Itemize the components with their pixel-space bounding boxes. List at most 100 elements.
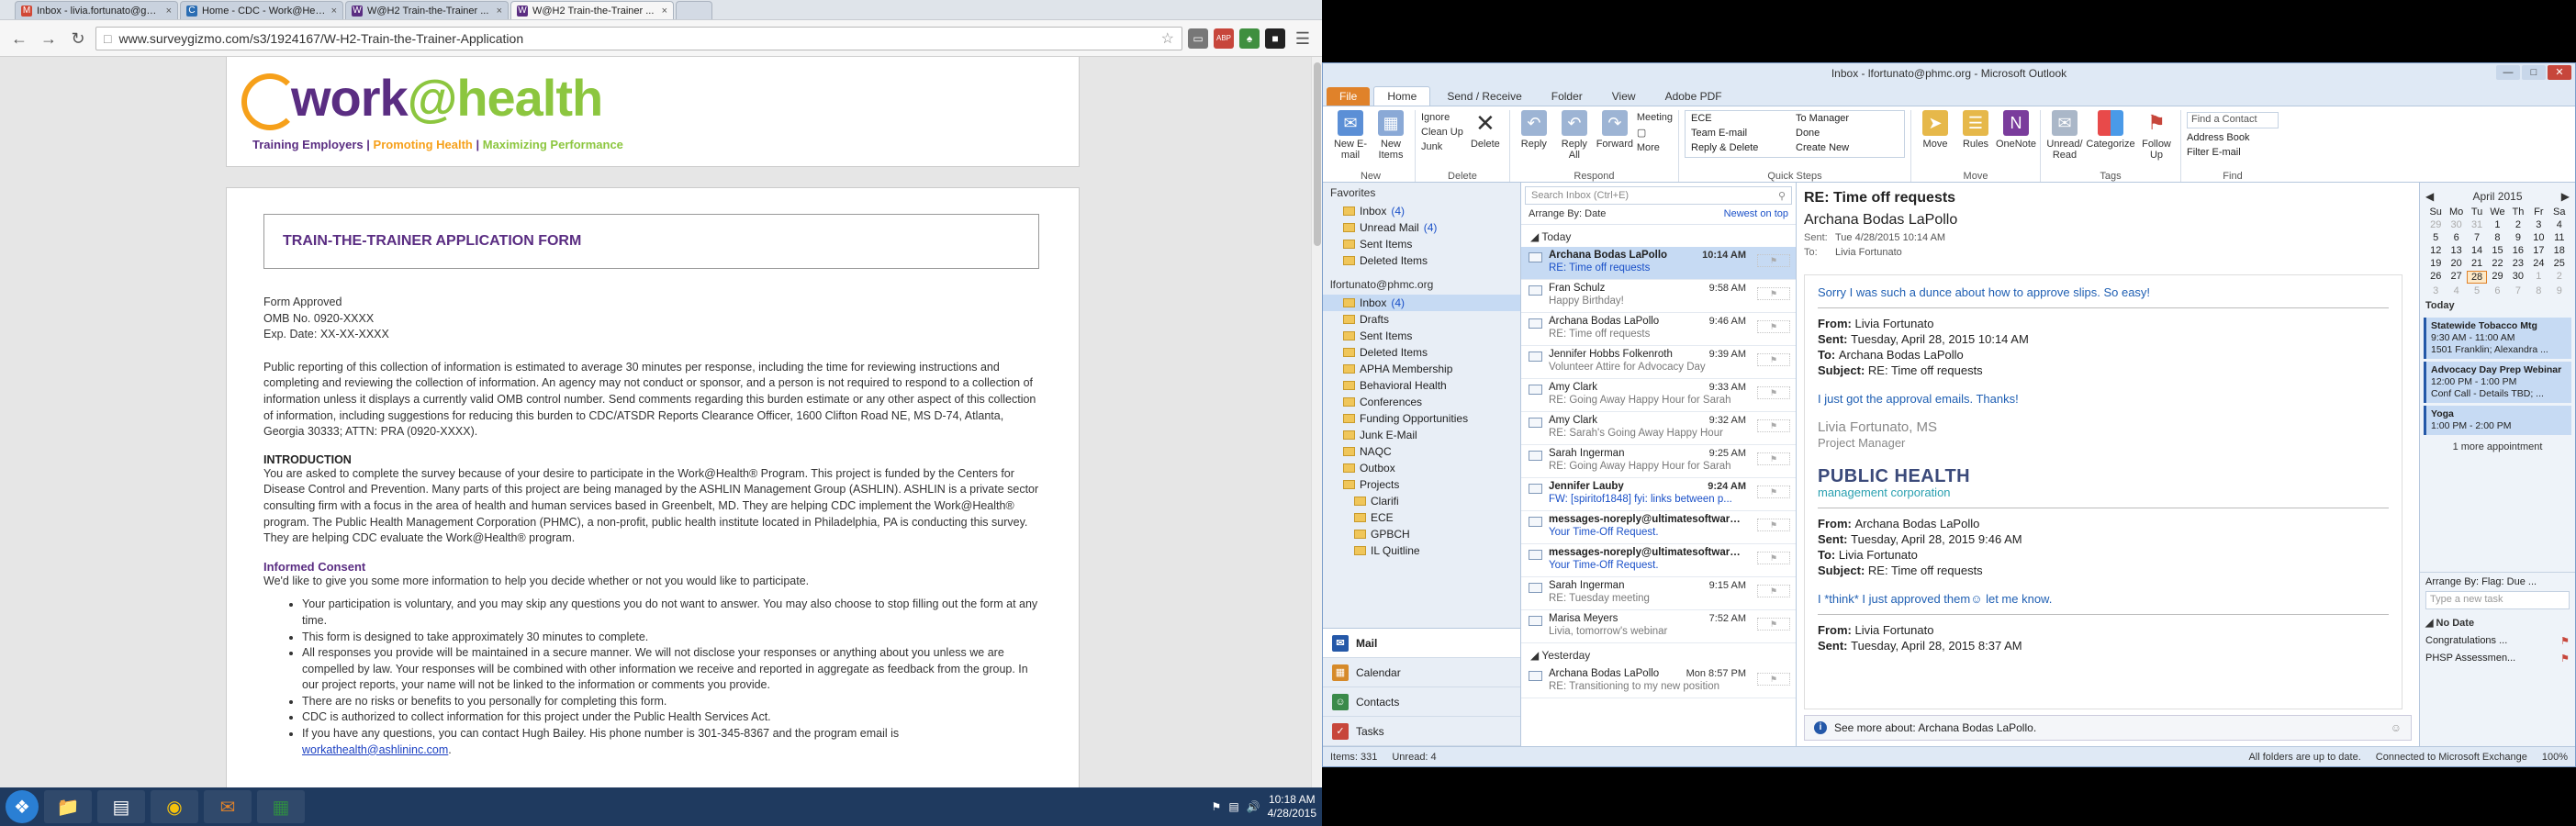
flag-icon[interactable]: ⚑ [1757, 386, 1790, 399]
message-body[interactable]: Sorry I was such a dunce about how to ap… [1804, 274, 2402, 709]
calendar-day[interactable]: 30 [2446, 219, 2466, 230]
new-tab-button[interactable] [676, 1, 712, 19]
find-contact-input[interactable]: Find a Contact [2187, 112, 2279, 128]
flag-icon[interactable]: ⚑ [1757, 419, 1790, 432]
folder-drafts[interactable]: Drafts [1323, 311, 1520, 328]
flag-icon[interactable]: ⚑ [1212, 800, 1222, 813]
calendar-day[interactable]: 26 [2425, 271, 2446, 284]
folder-junk-e-mail[interactable]: Junk E-Mail [1323, 427, 1520, 443]
calendar-day[interactable]: 14 [2467, 245, 2487, 256]
folder-conferences[interactable]: Conferences [1323, 394, 1520, 410]
calendar-day[interactable]: 16 [2508, 245, 2528, 256]
calendar-day[interactable]: 7 [2467, 232, 2487, 243]
calendar-day[interactable]: 10 [2528, 232, 2548, 243]
ribbon-tab-send-receive[interactable]: Send / Receive [1434, 87, 1534, 106]
calendar-day[interactable]: 9 [2549, 285, 2570, 296]
calendar-day[interactable]: 8 [2487, 232, 2507, 243]
group-header-today[interactable]: ◢ Today [1521, 225, 1796, 247]
quick-step-item[interactable]: Done [1796, 128, 1898, 140]
calendar-day[interactable]: 29 [2425, 219, 2446, 230]
folder-behavioral-health[interactable]: Behavioral Health [1323, 377, 1520, 394]
cast-icon[interactable]: ▭ [1188, 28, 1208, 49]
message-item[interactable]: messages-noreply@ultimatesoftware.... You… [1521, 544, 1796, 577]
search-inbox-input[interactable]: Search Inbox (Ctrl+E) ⚲ [1525, 186, 1792, 205]
calendar-day[interactable]: 9 [2508, 232, 2528, 243]
sort-order-button[interactable]: Newest on top [1724, 208, 1788, 224]
junk-button[interactable]: Junk [1421, 141, 1463, 152]
folder-funding-opportunities[interactable]: Funding Opportunities [1323, 410, 1520, 427]
new-task-input[interactable]: Type a new task [2425, 591, 2570, 609]
folder-inbox[interactable]: Inbox (4) [1323, 203, 1520, 219]
calendar-day[interactable]: 5 [2467, 285, 2487, 296]
calendar-day[interactable]: 8 [2528, 285, 2548, 296]
calendar-day[interactable]: 12 [2425, 245, 2446, 256]
prev-month-icon[interactable]: ◀ [2425, 190, 2434, 203]
message-item[interactable]: Amy Clark 9:33 AM RE: Going Away Happy Hou… [1521, 379, 1796, 412]
minimize-icon[interactable]: — [2496, 65, 2520, 80]
calendar-day[interactable]: 7 [2508, 285, 2528, 296]
scrollbar-thumb[interactable] [1314, 62, 1321, 246]
flag-icon[interactable]: ⚑ [1757, 673, 1790, 686]
flag-icon[interactable]: ⚑ [1757, 452, 1790, 465]
calendar-day[interactable]: 13 [2446, 245, 2466, 256]
notepad-icon[interactable]: ▤ [97, 790, 145, 823]
calendar-day[interactable]: 2 [2549, 271, 2570, 284]
close-icon[interactable]: ✕ [2548, 65, 2571, 80]
menu-icon[interactable]: ☰ [1291, 27, 1315, 50]
browser-tab[interactable]: W W@H2 Train-the-Trainer ... × [345, 1, 509, 19]
calendar-day[interactable]: 1 [2528, 271, 2548, 284]
calendar-day[interactable]: 3 [2528, 219, 2548, 230]
people-pane[interactable]: i See more about: Archana Bodas LaPollo.… [1804, 715, 2412, 741]
calendar-day[interactable]: 6 [2487, 285, 2507, 296]
tab-close-icon[interactable]: × [497, 6, 502, 17]
browser-tab[interactable]: M Inbox - livia.fortunato@gm... × [15, 1, 178, 19]
person-icon[interactable]: ☺ [2391, 721, 2402, 734]
ribbon-tab-folder[interactable]: Folder [1539, 87, 1596, 106]
browser-tab[interactable]: C Home - CDC - Work@Hea... × [180, 1, 343, 19]
tab-close-icon[interactable]: × [331, 6, 337, 17]
page-scrollbar[interactable] [1311, 57, 1322, 798]
message-item[interactable]: Marisa Meyers 7:52 AM Livia, tomorrow's we… [1521, 610, 1796, 643]
calendar-day[interactable]: 19 [2425, 258, 2446, 269]
flag-icon[interactable]: ⚑ [1757, 486, 1790, 498]
start-orb-icon[interactable]: ❖ [6, 790, 39, 823]
network-icon[interactable]: ▤ [1228, 800, 1238, 813]
flag-icon[interactable]: ⚑ [1757, 320, 1790, 333]
calendar-day[interactable]: 3 [2425, 285, 2446, 296]
appointment[interactable]: Yoga 1:00 PM - 2:00 PM [2424, 406, 2571, 435]
task-arrange[interactable]: Arrange By: Flag: Due ... [2425, 576, 2570, 587]
arrange-by-button[interactable]: Arrange By: Date [1529, 208, 1606, 224]
message-item[interactable]: Archana Bodas LaPollo Mon 8:57 PM RE: Tr… [1521, 665, 1796, 698]
calendar-day[interactable]: 18 [2549, 245, 2570, 256]
flag-icon[interactable]: ⚑ [1757, 552, 1790, 564]
folder-apha-membership[interactable]: APHA Membership [1323, 361, 1520, 377]
flag-icon[interactable]: ⚑ [1757, 618, 1790, 631]
back-arrow-icon[interactable]: ← [7, 27, 31, 50]
calendar-day[interactable]: 27 [2446, 271, 2466, 284]
calendar-day[interactable]: 29 [2487, 271, 2507, 284]
module-calendar[interactable]: ▦ Calendar [1323, 658, 1520, 687]
folder-deleted-items[interactable]: Deleted Items [1323, 344, 1520, 361]
adblock-icon[interactable]: ABP [1214, 28, 1234, 49]
clock[interactable]: 10:18 AM 4/28/2015 [1268, 793, 1316, 820]
ribbon-tab-view[interactable]: View [1599, 87, 1649, 106]
task-item[interactable]: Congratulations ... ⚑ [2425, 632, 2570, 650]
more-button[interactable]: More [1637, 142, 1673, 153]
folder-deleted-items[interactable]: Deleted Items [1323, 252, 1520, 269]
calendar-day[interactable]: 11 [2549, 232, 2570, 243]
zoom-level[interactable]: 100% [2542, 752, 2568, 763]
address-book-button[interactable]: Address Book [2187, 132, 2279, 143]
appointment[interactable]: Statewide Tobacco Mtg 9:30 AM - 11:00 AM 1… [2424, 318, 2571, 359]
calendar-day[interactable]: 23 [2508, 258, 2528, 269]
calendar-day[interactable]: 17 [2528, 245, 2548, 256]
im-button[interactable]: ▢ [1637, 127, 1673, 139]
quick-step-item[interactable]: Team E-mail [1691, 128, 1794, 140]
appointment[interactable]: Advocacy Day Prep Webinar 12:00 PM - 1:00… [2424, 362, 2571, 403]
ignore-button[interactable]: Ignore [1421, 112, 1463, 123]
extension-icon[interactable]: ■ [1265, 28, 1285, 49]
flag-icon[interactable]: ⚑ [1757, 585, 1790, 597]
folder-sent-items[interactable]: Sent Items [1323, 236, 1520, 252]
tab-close-icon[interactable]: × [662, 6, 667, 17]
volume-icon[interactable]: 🔊 [1247, 800, 1260, 813]
task-flag-icon[interactable]: ⚑ [2560, 635, 2570, 647]
